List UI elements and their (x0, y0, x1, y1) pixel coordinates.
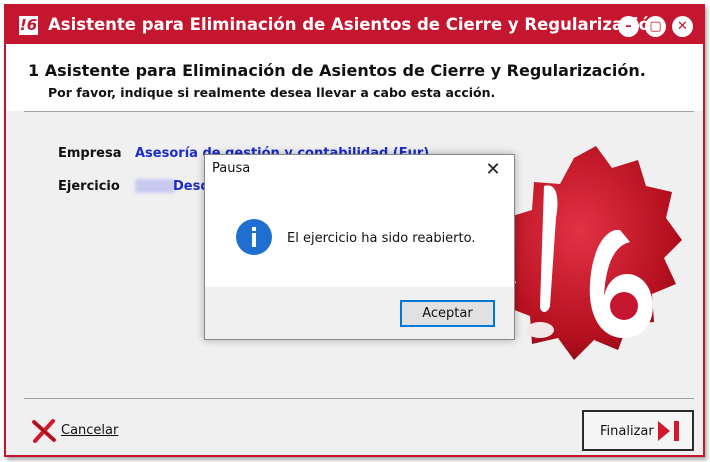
accept-button[interactable]: Aceptar (400, 300, 495, 327)
step-title: 1 Asistente para Eliminación de Asientos… (28, 61, 646, 80)
info-icon (236, 219, 272, 255)
finish-arrow-icon (658, 421, 679, 441)
cancel-x-icon (32, 419, 56, 443)
pause-dialog: Pausa ✕ El ejercicio ha sido reabierto. … (204, 154, 515, 340)
footer-divider (24, 398, 694, 399)
dialog-close-icon[interactable]: ✕ (481, 159, 505, 181)
header-divider (24, 111, 694, 112)
ejercicio-label: Ejercicio (58, 179, 120, 194)
minimize-button[interactable]: – (618, 16, 639, 37)
empresa-label: Empresa (58, 146, 122, 161)
dialog-title: Pausa (212, 161, 251, 176)
app-logo-icon: !6 (19, 16, 38, 35)
finish-button[interactable]: Finalizar (582, 410, 694, 451)
cancel-label: Cancelar (61, 423, 119, 438)
dialog-message: El ejercicio ha sido reabierto. (287, 231, 476, 246)
maximize-button[interactable]: ▢ (645, 16, 666, 37)
window-title: Asistente para Eliminación de Asientos d… (48, 15, 662, 34)
step-subtitle: Por favor, indique si realmente desea ll… (48, 85, 496, 100)
finish-label: Finalizar (600, 424, 654, 439)
wizard-header: 1 Asistente para Eliminación de Asientos… (6, 44, 703, 111)
brand-seal-icon (496, 146, 682, 360)
title-bar[interactable]: !6 Asistente para Eliminación de Asiento… (6, 6, 703, 44)
redacted-text (135, 179, 175, 193)
dialog-footer: Aceptar (205, 287, 514, 339)
close-button[interactable]: ✕ (672, 16, 693, 37)
